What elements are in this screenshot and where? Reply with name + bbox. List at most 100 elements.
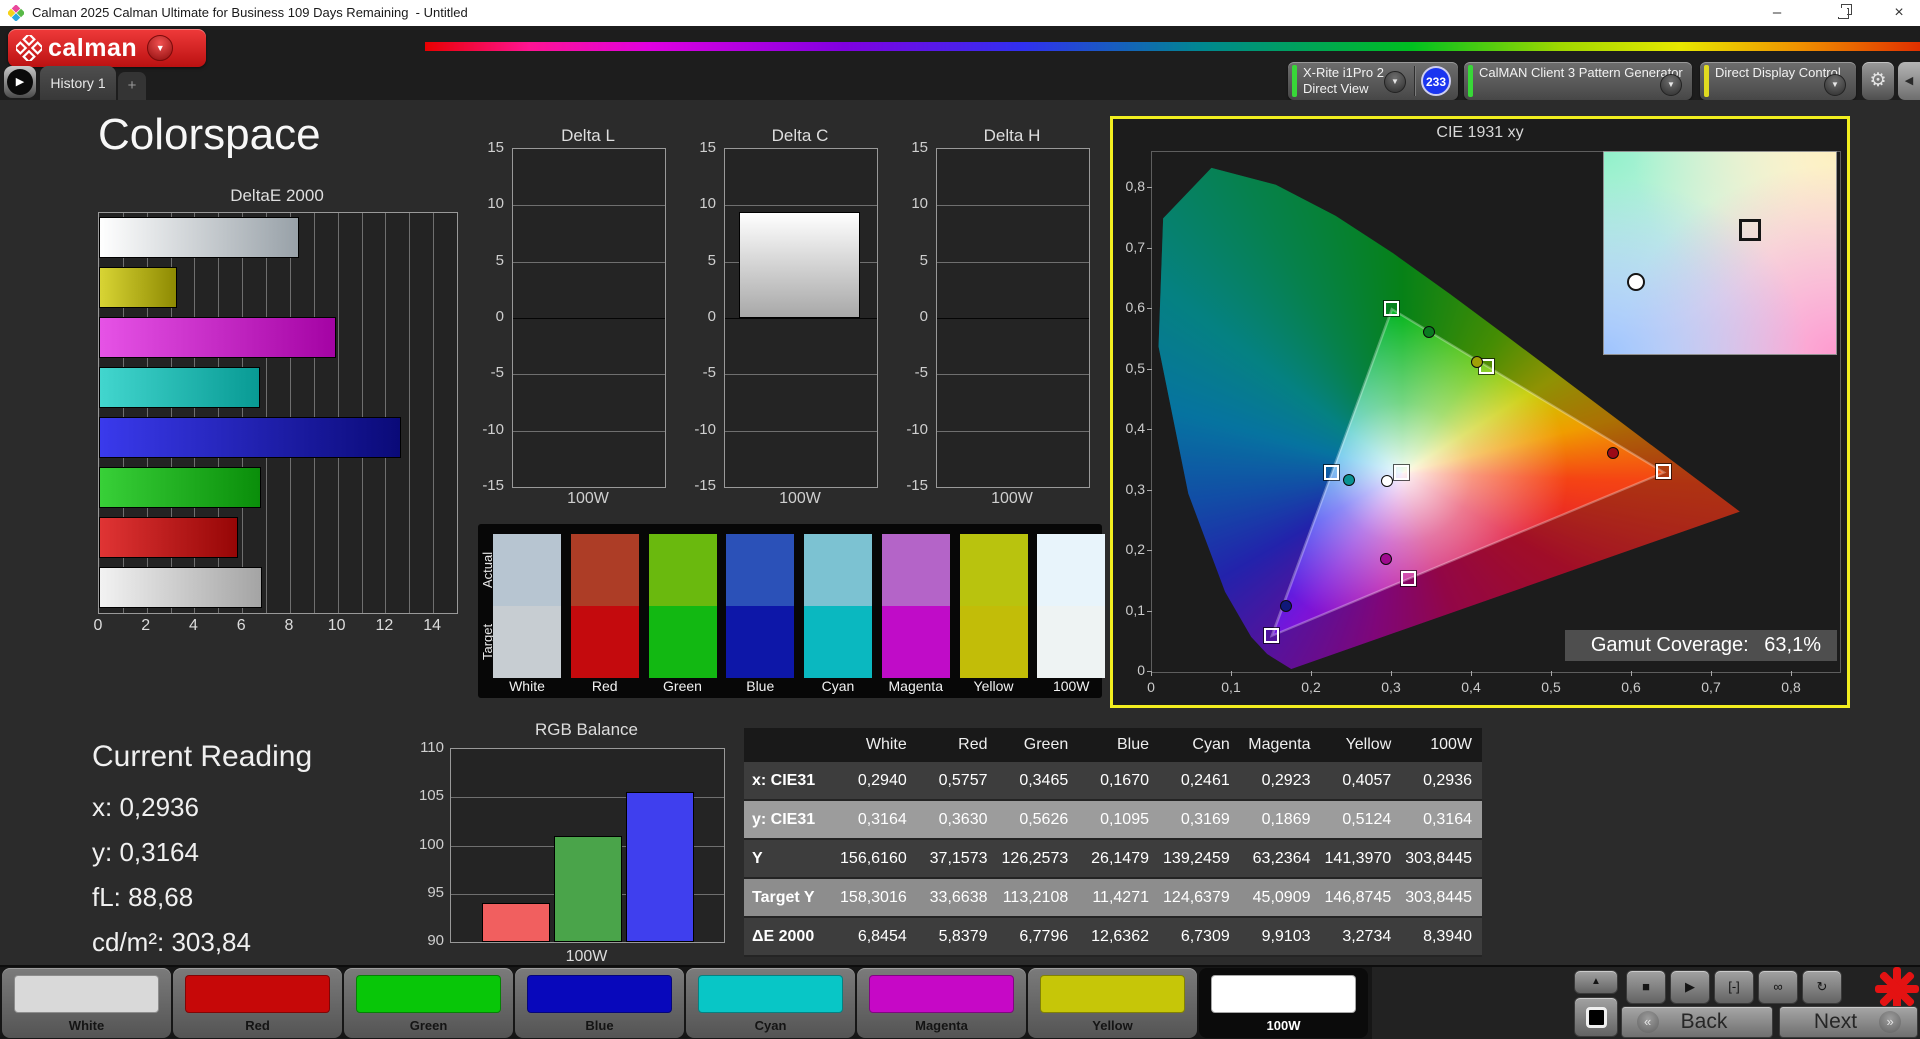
delta-h-tick-label: -10 <box>884 421 928 438</box>
deltae-bar-cyan <box>99 367 260 408</box>
restore-button[interactable] <box>1826 0 1860 26</box>
delta-h-gridline <box>937 431 1089 432</box>
deltae-x-tick-label: 2 <box>135 617 157 635</box>
stop-button[interactable]: ■ <box>1626 970 1666 1004</box>
pattern-color-swatch <box>185 975 330 1013</box>
swatch-column-green: Green <box>649 524 717 698</box>
logo-chevron-down-icon[interactable]: ▼ <box>147 35 173 61</box>
minimize-button[interactable]: – <box>1760 0 1794 26</box>
tab-scroll-button[interactable]: ▶ <box>4 66 36 98</box>
cie-y-tick-label: 0,7 <box>1115 239 1145 255</box>
cie-y-tick-label: 0,3 <box>1115 481 1145 497</box>
pattern-button-cyan[interactable]: Cyan <box>686 968 855 1038</box>
delta-h-tick-label: 15 <box>884 139 928 156</box>
table-header-white: White <box>836 728 917 762</box>
table-value-cell: 11,4271 <box>1078 879 1159 916</box>
display-control-dropdown[interactable]: Direct Display Control ▼ <box>1700 62 1856 100</box>
tab-label: History 1 <box>50 75 105 91</box>
deltae-bar-white <box>99 567 262 608</box>
rgb-bar-green <box>554 836 622 942</box>
cie-y-tick <box>1147 429 1152 430</box>
target-swatch <box>493 606 561 678</box>
table-value-cell: 0,3169 <box>1159 801 1240 838</box>
pattern-button-magenta[interactable]: Magenta <box>857 968 1026 1038</box>
delta-h-tick-label: -15 <box>884 477 928 494</box>
actual-swatch <box>649 534 717 606</box>
actual-swatch <box>571 534 639 606</box>
pattern-generator-dropdown[interactable]: CalMAN Client 3 Pattern Generator ▼ <box>1464 62 1692 100</box>
table-value-cell: 0,3164 <box>836 801 917 838</box>
delta-h-gridline <box>937 205 1089 206</box>
play-button[interactable]: ▶ <box>1670 970 1710 1004</box>
deltae-bar-magenta <box>99 317 336 358</box>
delta-h-tick-label: -5 <box>884 364 928 381</box>
rgb-balance-group-label: 100W <box>450 948 723 966</box>
cie-y-tick <box>1147 550 1152 551</box>
pattern-range-button[interactable]: [-] <box>1714 970 1754 1004</box>
close-button[interactable]: × <box>1882 0 1916 26</box>
meter-dropdown[interactable]: X-Rite i1Pro 2Direct View ▼ 233 <box>1288 62 1458 100</box>
pattern-window-toggle-button[interactable] <box>1574 997 1618 1037</box>
actual-swatch <box>804 534 872 606</box>
next-button[interactable]: Next » <box>1779 1006 1918 1038</box>
table-value-cell: 0,1869 <box>1240 801 1321 838</box>
delta-c-tick-label: 15 <box>672 139 716 156</box>
table-value-cell: 63,2364 <box>1240 840 1321 877</box>
target-swatch <box>960 606 1028 678</box>
table-value-cell: 146,8745 <box>1321 879 1402 916</box>
table-row-y-cie31: y: CIE310,31640,36300,56260,10950,31690,… <box>744 801 1482 840</box>
table-value-cell: 303,8445 <box>1401 879 1482 916</box>
deltae-bar-slot <box>99 213 457 263</box>
table-corner-cell <box>744 728 836 762</box>
pattern-button-label: Blue <box>515 1018 684 1033</box>
table-value-cell: 6,8454 <box>836 918 917 955</box>
pattern-status-bar <box>1468 65 1473 97</box>
white-point-zoom-inset <box>1603 151 1837 355</box>
close-icon: × <box>1894 4 1903 21</box>
cie-x-tick <box>1151 671 1152 676</box>
table-value-cell: 0,1670 <box>1078 762 1159 799</box>
table-header-yellow: Yellow <box>1321 728 1402 762</box>
delta-h-tick-label: 10 <box>884 195 928 212</box>
pattern-button-blue[interactable]: Blue <box>515 968 684 1038</box>
pattern-panel-up-button[interactable]: ▲ <box>1574 970 1618 994</box>
pattern-button-red[interactable]: Red <box>173 968 342 1038</box>
delta-h-group-label: 100W <box>936 490 1088 508</box>
pattern-color-swatch <box>14 975 159 1013</box>
cie-x-tick-label: 0,3 <box>1376 679 1406 695</box>
continuous-measure-button[interactable]: ∞ <box>1758 970 1798 1004</box>
collapse-panel-button[interactable]: ◀ <box>1898 62 1920 100</box>
back-button[interactable]: « Back <box>1621 1006 1773 1038</box>
refresh-button[interactable]: ↻ <box>1802 970 1842 1004</box>
cie-x-tick <box>1631 671 1632 676</box>
actual-swatch <box>726 534 794 606</box>
delta-c-gridline <box>725 374 877 375</box>
meter-count-badge[interactable]: 233 <box>1421 66 1451 96</box>
pattern-color-swatch <box>527 975 672 1013</box>
add-tab-button[interactable]: + <box>118 72 146 100</box>
delta-l-tick-label: 0 <box>460 308 504 325</box>
pattern-button-label: Red <box>173 1018 342 1033</box>
delta-l-tick-label: 5 <box>460 252 504 269</box>
pattern-button-100w[interactable]: 100W <box>1199 968 1368 1038</box>
table-value-cell: 303,8445 <box>1401 840 1482 877</box>
delta-h-tick-label: 5 <box>884 252 928 269</box>
pattern-button-white[interactable]: White <box>2 968 171 1038</box>
cie-measured-dot-blue <box>1280 600 1292 612</box>
cie-y-tick-label: 0,6 <box>1115 299 1145 315</box>
pattern-color-swatch <box>1211 975 1356 1013</box>
pattern-button-label: White <box>2 1018 171 1033</box>
settings-button[interactable]: ⚙ <box>1862 62 1894 100</box>
pattern-button-yellow[interactable]: Yellow <box>1028 968 1197 1038</box>
delta-l-gridline <box>513 262 665 263</box>
gamut-coverage-readout: Gamut Coverage: 63,1% <box>1565 630 1837 661</box>
calman-menu-button[interactable]: calman ▼ <box>8 29 206 67</box>
pattern-button-green[interactable]: Green <box>344 968 513 1038</box>
pattern-button-label: Cyan <box>686 1018 855 1033</box>
swatch-name: Yellow <box>960 678 1028 694</box>
tab-history-1[interactable]: History 1 <box>40 66 116 100</box>
cie-target-square-red <box>1656 464 1671 479</box>
pattern-button-label: Green <box>344 1018 513 1033</box>
deltae-x-tick-label: 0 <box>87 617 109 635</box>
swatch-name: Blue <box>726 678 794 694</box>
